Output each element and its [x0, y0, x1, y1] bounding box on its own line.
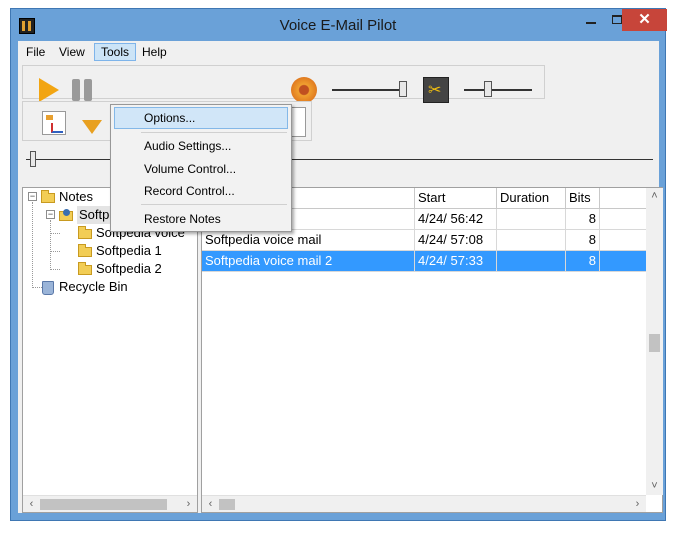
tree-line [50, 220, 51, 268]
column-bits[interactable]: Bits [566, 188, 600, 208]
tree-line [50, 233, 60, 234]
tools-menu-dropdown: Options... Audio Settings... Volume Cont… [110, 104, 292, 232]
scroll-left-icon[interactable]: ‹ [23, 496, 40, 513]
maximize-icon [612, 15, 622, 24]
play-icon[interactable] [39, 78, 59, 102]
table-row-selected[interactable]: Softpedia voice mail 2 4/24/ 57:33 8 [202, 251, 646, 272]
pause-icon[interactable] [72, 79, 94, 101]
client-area: File View Tools Help ✂ − Notes − Softped… [18, 41, 663, 513]
menu-help[interactable]: Help [136, 43, 173, 61]
scroll-right-icon[interactable]: › [629, 496, 646, 513]
menu-item-restore-notes[interactable]: Restore Notes [114, 208, 288, 230]
filter-icon[interactable] [82, 120, 102, 134]
menu-file[interactable]: File [20, 43, 51, 61]
column-duration[interactable]: Duration [497, 188, 566, 208]
minimize-button[interactable] [578, 9, 604, 31]
cell-bits: 8 [566, 251, 600, 271]
tree-label: Softpedia 1 [96, 243, 162, 258]
speaker-icon[interactable] [291, 77, 317, 103]
notes-tree: − Notes − Softpedia Softpedia voice Soft… [22, 187, 198, 513]
list-vertical-scrollbar[interactable]: ˄ ˅ [646, 188, 663, 495]
folder-icon [41, 190, 55, 203]
cell-bits: 8 [566, 230, 600, 250]
tree-line [50, 269, 60, 270]
main-toolbar [22, 65, 545, 99]
menu-separator [141, 132, 287, 133]
tree-horizontal-scrollbar[interactable]: ‹ › [23, 495, 197, 512]
cell-duration [497, 251, 566, 271]
scroll-up-icon[interactable]: ˄ [646, 188, 663, 205]
tree-label: Softpedia 2 [96, 261, 162, 276]
tree-line [50, 251, 60, 252]
scroll-right-icon[interactable]: › [180, 496, 197, 513]
scroll-left-icon[interactable]: ‹ [202, 496, 219, 513]
cell-description: Softpedia voice mail 2 [202, 251, 415, 271]
tree-view-icon[interactable] [42, 111, 66, 135]
position-slider-thumb[interactable] [30, 151, 36, 167]
tree-line [32, 202, 33, 286]
collapse-icon[interactable]: − [46, 210, 55, 219]
menu-item-volume-control[interactable]: Volume Control... [114, 158, 288, 180]
collapse-icon[interactable]: − [28, 192, 37, 201]
title-bar[interactable]: Voice E-Mail Pilot ✕ [11, 9, 667, 41]
user-folder-icon [59, 209, 73, 221]
menu-view[interactable]: View [53, 43, 91, 61]
mixer-icon[interactable] [423, 77, 449, 103]
list-horizontal-scrollbar[interactable]: ‹ › [202, 495, 646, 512]
app-window: Voice E-Mail Pilot ✕ File View Tools Hel… [10, 8, 667, 521]
cell-duration [497, 230, 566, 250]
table-row[interactable]: Softpedia voice mail 4/24/ 57:08 8 [202, 230, 646, 251]
folder-icon [78, 226, 92, 239]
cell-duration [497, 209, 566, 229]
menu-item-audio-settings[interactable]: Audio Settings... [114, 135, 288, 157]
record-slider-track[interactable] [464, 89, 532, 91]
tree-label: Recycle Bin [59, 279, 128, 294]
recycle-bin-icon [42, 281, 54, 295]
minimize-icon [586, 22, 596, 24]
folder-icon [78, 262, 92, 275]
scrollbar-thumb[interactable] [40, 499, 167, 510]
cell-bits: 8 [566, 209, 600, 229]
messages-list: Description Start Duration Bits Softpedi… [201, 187, 663, 513]
folder-icon [78, 244, 92, 257]
menu-item-record-control[interactable]: Record Control... [114, 180, 288, 202]
close-button[interactable]: ✕ [622, 9, 667, 31]
tree-label: Notes [59, 189, 93, 204]
scroll-down-icon[interactable]: ˅ [646, 478, 663, 495]
cell-start: 4/24/ 56:42 [415, 209, 497, 229]
column-start[interactable]: Start [415, 188, 497, 208]
cell-start: 4/24/ 57:08 [415, 230, 497, 250]
cell-start: 4/24/ 57:33 [415, 251, 497, 271]
scrollbar-thumb[interactable] [649, 334, 660, 352]
record-slider-thumb[interactable] [484, 81, 492, 97]
cell-description: Softpedia voice mail [202, 230, 415, 250]
volume-slider-thumb[interactable] [399, 81, 407, 97]
scrollbar-thumb[interactable] [219, 499, 235, 510]
tree-line [32, 287, 42, 288]
window-title: Voice E-Mail Pilot [279, 17, 397, 34]
menu-separator [141, 204, 287, 205]
menu-item-options[interactable]: Options... [114, 107, 288, 129]
menu-tools[interactable]: Tools [94, 43, 137, 61]
volume-slider-track[interactable] [332, 89, 404, 91]
menu-bar: File View Tools Help [18, 41, 659, 62]
